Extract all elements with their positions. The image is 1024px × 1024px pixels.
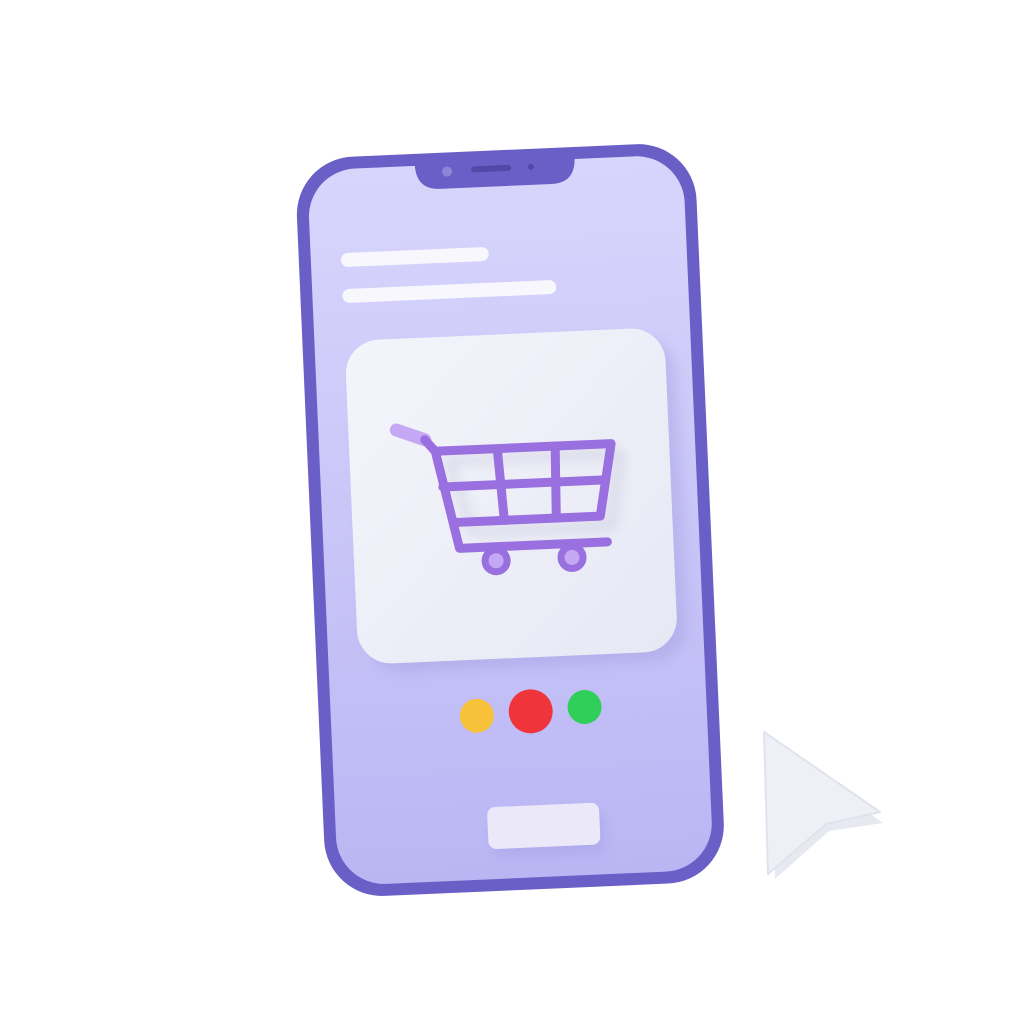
action-button[interactable]	[487, 802, 601, 849]
illustration-scene	[0, 0, 1024, 1024]
phone-illustration	[296, 144, 883, 896]
pointer-cursor-icon	[763, 731, 883, 879]
product-card[interactable]	[344, 327, 678, 665]
